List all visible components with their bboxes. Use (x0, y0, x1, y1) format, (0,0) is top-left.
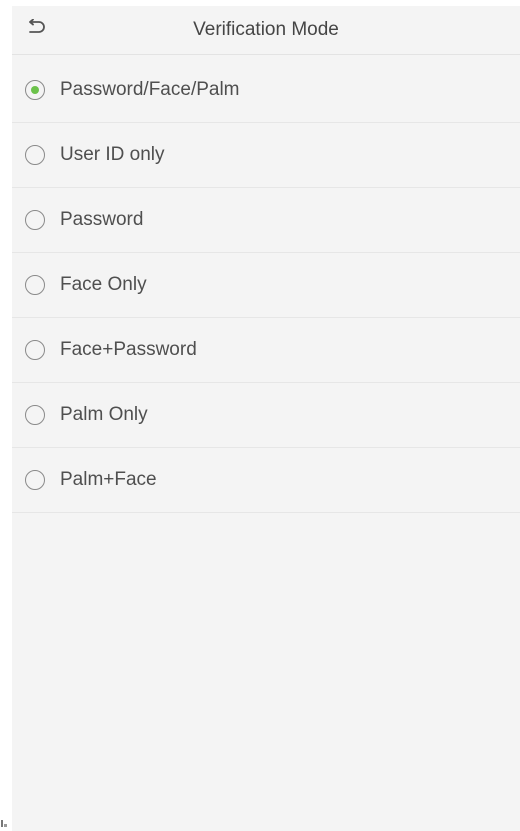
option-label: Palm+Face (60, 469, 157, 490)
verification-options-list: Password/Face/Palm User ID only Password… (12, 58, 520, 513)
option-label: Password (60, 209, 144, 230)
radio-button[interactable] (25, 405, 45, 425)
option-face-only[interactable]: Face Only (12, 253, 520, 318)
option-label: User ID only (60, 144, 165, 165)
radio-button[interactable] (25, 210, 45, 230)
radio-selected-dot (31, 86, 39, 94)
option-user-id-only[interactable]: User ID only (12, 123, 520, 188)
corner-artifact (0, 818, 8, 828)
radio-button[interactable] (25, 145, 45, 165)
radio-button[interactable] (25, 275, 45, 295)
option-palm-only[interactable]: Palm Only (12, 383, 520, 448)
option-palm-face[interactable]: Palm+Face (12, 448, 520, 513)
option-face-password[interactable]: Face+Password (12, 318, 520, 383)
option-password-face-palm[interactable]: Password/Face/Palm (12, 58, 520, 123)
option-label: Face+Password (60, 339, 197, 360)
verification-mode-screen: Verification Mode Password/Face/Palm Use… (12, 6, 520, 831)
radio-button-selected[interactable] (25, 80, 45, 100)
option-password[interactable]: Password (12, 188, 520, 253)
option-label: Face Only (60, 274, 147, 295)
header-bar: Verification Mode (12, 6, 520, 55)
radio-button[interactable] (25, 340, 45, 360)
radio-button[interactable] (25, 470, 45, 490)
option-label: Palm Only (60, 404, 148, 425)
option-label: Password/Face/Palm (60, 79, 240, 100)
page-title: Verification Mode (193, 19, 339, 40)
